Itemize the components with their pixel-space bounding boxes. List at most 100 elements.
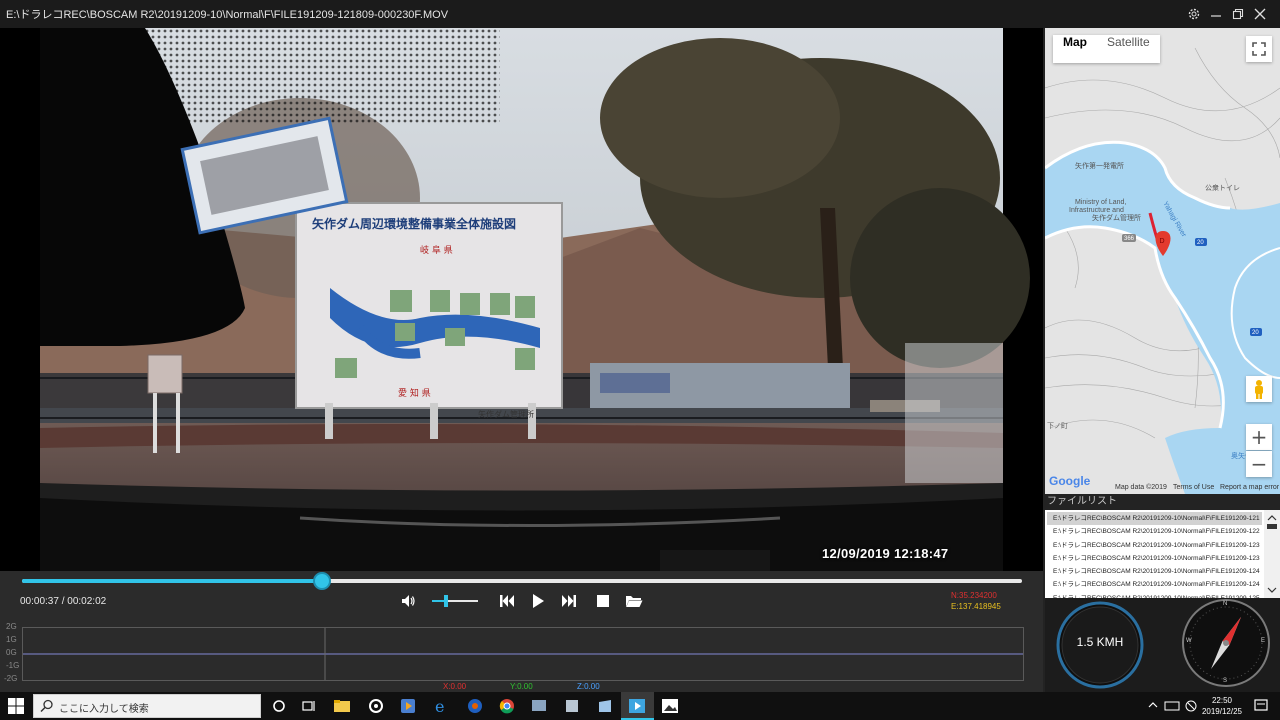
- clock-date: 2019/12/25: [1201, 707, 1242, 716]
- previous-icon[interactable]: [496, 591, 518, 611]
- road-label-20b: 20: [1252, 330, 1259, 336]
- compass-n: N: [1223, 601, 1228, 607]
- file-list-item[interactable]: E:\ドラレコREC\BOSCAM R2\20191209-10\Normal\…: [1047, 525, 1262, 538]
- volume-icon[interactable]: [397, 591, 419, 611]
- taskbar: ここに入力して検索 e 22:50 2019/12/25: [0, 692, 1280, 720]
- tray-chevron-icon[interactable]: [1146, 697, 1160, 715]
- dashcam-scene: 矢作ダム周辺環境整備事業全体施設図 岐 阜 県 愛 知 県 矢作ダム管理所: [0, 28, 1043, 571]
- edge-icon[interactable]: e: [433, 697, 451, 716]
- file-list-item[interactable]: E:\ドラレコREC\BOSCAM R2\20191209-10\Normal\…: [1047, 578, 1262, 591]
- file-list-scrollbar[interactable]: [1264, 510, 1280, 598]
- volume-handle[interactable]: [443, 595, 448, 607]
- video-timestamp: 12/09/2019 12:18:47: [822, 546, 949, 561]
- report-error-link[interactable]: Report a map error: [1220, 484, 1279, 491]
- file-list-item[interactable]: E:\ドラレコREC\BOSCAM R2\20191209-10\Normal\…: [1047, 552, 1262, 565]
- latitude-readout: N:35.234200: [951, 591, 997, 600]
- player-app-icon: [629, 699, 645, 713]
- fullscreen-icon[interactable]: [1246, 36, 1272, 62]
- next-icon[interactable]: [558, 591, 580, 611]
- terms-link[interactable]: Terms of Use: [1173, 484, 1214, 491]
- file-list-item[interactable]: E:\ドラレコREC\BOSCAM R2\20191209-10\Normal\…: [1047, 512, 1262, 526]
- chrome-icon[interactable]: [498, 697, 516, 715]
- keyboard-icon[interactable]: [1164, 697, 1180, 715]
- app-ring-icon[interactable]: [367, 697, 385, 715]
- sign-title: 矢作ダム周辺環境整備事業全体施設図: [312, 216, 516, 231]
- map-label-ministry-2: Infrastructure and: [1069, 207, 1124, 214]
- file-list-panel: ファイルリスト E:\ドラレコREC\BOSCAM R2\20191209-10…: [1045, 494, 1280, 602]
- g-label-0g: 0G: [6, 648, 17, 657]
- photos-app-icon[interactable]: [661, 697, 679, 715]
- zoom-out-icon[interactable]: −: [1246, 451, 1272, 477]
- map-label-left: 下ノ町: [1047, 422, 1068, 430]
- gsensor-graph: [22, 627, 1024, 681]
- dashcam-player-window: E:\ドラレコREC\BOSCAM R2\20191209-10\Normal\…: [0, 0, 1280, 720]
- current-time: 00:00:37: [20, 596, 59, 607]
- cortana-icon[interactable]: [270, 697, 288, 715]
- sign-region-top: 岐 阜 県: [420, 244, 453, 256]
- close-icon[interactable]: [1248, 0, 1272, 28]
- speed-readout: 1.5 KMH: [1076, 635, 1124, 649]
- map-label-toilet: 公衆トイレ: [1205, 183, 1240, 192]
- street-view-pegman-icon[interactable]: [1246, 376, 1272, 402]
- map-panel[interactable]: D 矢作第一発電所 Ministry of Land, Infrastructu…: [1045, 28, 1280, 494]
- minimize-icon[interactable]: [1204, 0, 1228, 28]
- sign-region-bottom: 愛 知 県: [398, 387, 431, 399]
- g-label-2g: 2G: [6, 622, 17, 631]
- tab-map[interactable]: Map: [1053, 35, 1097, 63]
- window-title: E:\ドラレコREC\BOSCAM R2\20191209-10\Normal\…: [6, 9, 449, 21]
- playback-panel: 00:00:37 / 00:02:02 N:35.234200 E:137.41…: [0, 571, 1043, 692]
- compass-e: E: [1261, 638, 1266, 644]
- gauges-panel: 1.5 KMH N E S W: [1045, 598, 1280, 692]
- zoom-in-icon[interactable]: +: [1246, 424, 1272, 450]
- file-list: E:\ドラレコREC\BOSCAM R2\20191209-10\Normal\…: [1047, 512, 1262, 605]
- compass: [1182, 599, 1270, 687]
- app-gear-icon[interactable]: [563, 697, 581, 715]
- search-placeholder: ここに入力して検索: [59, 704, 149, 715]
- gsensor-y: Y:0.00: [510, 682, 533, 691]
- file-explorer-icon[interactable]: [333, 697, 351, 715]
- gear-icon[interactable]: [1182, 0, 1206, 28]
- task-view-icon[interactable]: [300, 697, 318, 715]
- maximize-icon[interactable]: [1226, 0, 1250, 28]
- firefox-icon[interactable]: [466, 697, 484, 715]
- marker-letter: D: [1160, 238, 1165, 245]
- volume-slider[interactable]: [432, 595, 478, 607]
- windows-start-icon[interactable]: [8, 698, 24, 714]
- map-canvas[interactable]: D 矢作第一発電所 Ministry of Land, Infrastructu…: [1045, 28, 1280, 494]
- seek-progress: [22, 579, 322, 583]
- taskbar-clock[interactable]: 22:50 2019/12/25: [1202, 695, 1242, 717]
- gsensor-z: Z:0.00: [577, 682, 600, 691]
- title-bar: E:\ドラレコREC\BOSCAM R2\20191209-10\Normal\…: [0, 0, 1280, 28]
- g-label-minus1g: -1G: [6, 661, 20, 670]
- notification-icon[interactable]: [1252, 697, 1270, 715]
- g-label-minus2g: -2G: [4, 674, 18, 683]
- file-list-item[interactable]: E:\ドラレコREC\BOSCAM R2\20191209-10\Normal\…: [1047, 565, 1262, 578]
- map-label-ministry-3: 矢作ダム管理所: [1092, 213, 1141, 222]
- road-label-20a: 20: [1197, 240, 1204, 246]
- map-label-ministry-1: Ministry of Land,: [1075, 199, 1126, 206]
- svg-text:e: e: [435, 697, 444, 715]
- seek-bar[interactable]: [22, 572, 1022, 590]
- stop-icon[interactable]: [592, 591, 614, 611]
- active-player-app[interactable]: [621, 692, 654, 720]
- seek-handle[interactable]: [313, 572, 331, 590]
- total-time: 00:02:02: [67, 596, 107, 607]
- map-label-power-station: 矢作第一発電所: [1075, 161, 1124, 170]
- clock-time: 22:50: [1211, 696, 1232, 705]
- search-icon: [40, 699, 53, 713]
- file-list-item[interactable]: E:\ドラレコREC\BOSCAM R2\20191209-10\Normal\…: [1047, 539, 1262, 552]
- map-type-tabs: Map Satellite: [1053, 35, 1160, 63]
- app-window-icon[interactable]: [530, 697, 548, 715]
- gsensor-x: X:0.00: [443, 682, 467, 691]
- network-icon[interactable]: [1184, 697, 1198, 715]
- open-folder-icon[interactable]: [623, 591, 645, 611]
- taskbar-search-box[interactable]: ここに入力して検索: [33, 694, 261, 718]
- play-icon[interactable]: [527, 591, 549, 611]
- app-note-icon[interactable]: [596, 697, 614, 715]
- timecode: 00:00:37 / 00:02:02: [20, 596, 106, 607]
- google-logo: Google: [1049, 474, 1091, 488]
- road-label-366: 366: [1124, 236, 1135, 242]
- media-app-icon[interactable]: [399, 697, 417, 715]
- video-frame[interactable]: 矢作ダム周辺環境整備事業全体施設図 岐 阜 県 愛 知 県 矢作ダム管理所 12…: [0, 28, 1043, 571]
- tab-satellite[interactable]: Satellite: [1097, 35, 1160, 63]
